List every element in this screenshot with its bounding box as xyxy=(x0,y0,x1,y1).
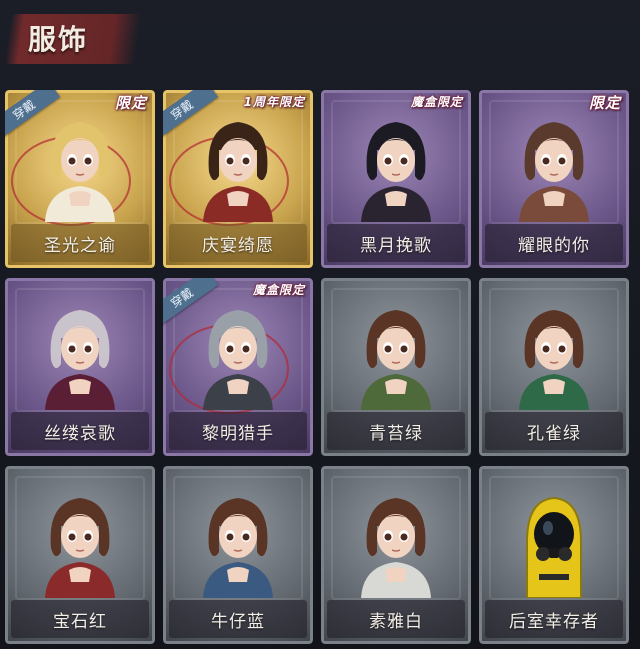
costume-label-bar: 孔雀绿 xyxy=(485,412,623,450)
costume-card[interactable]: 丝缕哀歌 xyxy=(5,278,155,456)
costume-card[interactable]: 牛仔蓝 xyxy=(163,466,313,644)
costume-name: 耀眼的你 xyxy=(518,235,590,256)
brown-girl-icon xyxy=(349,482,443,598)
costume-name: 素雅白 xyxy=(369,611,423,632)
brown-girl-icon xyxy=(33,482,127,598)
page-title: 服饰 xyxy=(28,23,89,56)
costume-label-bar: 庆宴绮愿 xyxy=(169,224,307,262)
costume-label-bar: 牛仔蓝 xyxy=(169,600,307,638)
cake-boy-icon xyxy=(191,106,285,222)
costume-card[interactable]: 后室幸存者 xyxy=(479,466,629,644)
costume-name: 黑月挽歌 xyxy=(360,235,432,256)
costume-label-bar: 黎明猎手 xyxy=(169,412,307,450)
limited-tag: 限定 xyxy=(588,94,621,112)
costume-label-bar: 耀眼的你 xyxy=(485,224,623,262)
header: 服饰 xyxy=(0,0,640,80)
costume-name: 青苔绿 xyxy=(369,423,423,444)
costume-name: 庆宴绮愿 xyxy=(202,235,274,256)
costume-card[interactable]: 宝石红 xyxy=(5,466,155,644)
costume-card[interactable]: 素雅白 xyxy=(321,466,471,644)
costume-name: 圣光之谕 xyxy=(44,235,116,256)
costume-name: 牛仔蓝 xyxy=(211,611,265,632)
brown-girl-icon xyxy=(349,294,443,410)
costume-label-bar: 青苔绿 xyxy=(327,412,465,450)
costume-card[interactable]: 耀眼的你 限定 xyxy=(479,90,629,268)
brown-girl-icon xyxy=(507,294,601,410)
brown-girl-icon xyxy=(191,482,285,598)
costume-label-bar: 丝缕哀歌 xyxy=(11,412,149,450)
limited-tag: 魔盒限定 xyxy=(252,283,305,297)
cowgirl-icon xyxy=(507,106,601,222)
costume-name: 黎明猎手 xyxy=(202,423,274,444)
limited-tag: 魔盒限定 xyxy=(410,95,463,109)
costume-label-bar: 后室幸存者 xyxy=(485,600,623,638)
blonde-girl-icon xyxy=(33,106,127,222)
costume-name: 丝缕哀歌 xyxy=(44,423,116,444)
costume-card[interactable]: 青苔绿 xyxy=(321,278,471,456)
costume-card[interactable]: 黑月挽歌 魔盒限定 xyxy=(321,90,471,268)
costume-card[interactable]: 孔雀绿 xyxy=(479,278,629,456)
costume-card[interactable]: 黎明猎手 穿戴 魔盒限定 xyxy=(163,278,313,456)
costume-label-bar: 黑月挽歌 xyxy=(327,224,465,262)
lace-girl-icon xyxy=(33,294,127,410)
costume-grid: 圣光之谕 穿戴 限定 庆宴绮愿 穿戴 1周年限定 黑月挽歌 魔盒限定 耀眼的你 限定 丝缕哀歌 黎明猎… xyxy=(5,90,635,645)
costume-label-bar: 素雅白 xyxy=(327,600,465,638)
costume-card[interactable]: 圣光之谕 穿戴 限定 xyxy=(5,90,155,268)
limited-tag: 1周年限定 xyxy=(243,95,305,109)
costume-label-bar: 宝石红 xyxy=(11,600,149,638)
silver-hunter-icon xyxy=(191,294,285,410)
dark-lady-icon xyxy=(349,106,443,222)
costume-label-bar: 圣光之谕 xyxy=(11,224,149,262)
costume-name: 后室幸存者 xyxy=(509,611,599,632)
costume-name: 孔雀绿 xyxy=(527,423,581,444)
costume-card[interactable]: 庆宴绮愿 穿戴 1周年限定 xyxy=(163,90,313,268)
hazmat-gasmask-icon xyxy=(507,482,601,599)
limited-tag: 限定 xyxy=(114,94,147,112)
costume-name: 宝石红 xyxy=(53,611,107,632)
